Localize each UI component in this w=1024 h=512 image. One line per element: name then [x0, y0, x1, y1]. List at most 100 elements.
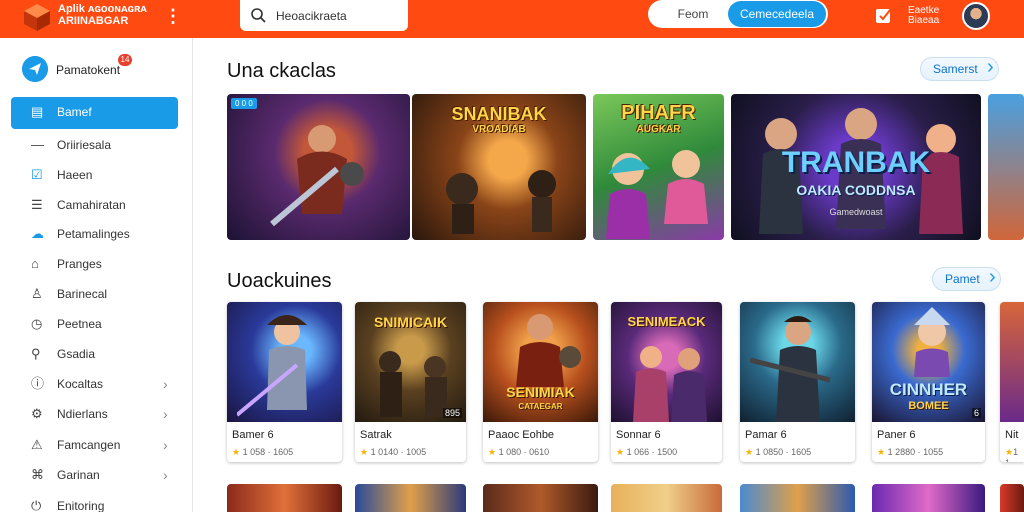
game-meta: ★1 1: [1005, 447, 1024, 462]
sidebar-item-13[interactable]: ⌘ Garinan ›: [11, 460, 178, 490]
game-title: Bamer 6: [232, 429, 274, 441]
game-card-7[interactable]: Nit ★1 1: [1000, 302, 1024, 462]
banner-4[interactable]: TRANBAK OAKIA CODDNSA Gamedwoast: [731, 94, 981, 240]
see-more-button-featured[interactable]: Samerst: [920, 56, 999, 81]
banner-5[interactable]: [988, 94, 1024, 240]
sidebar-item-11[interactable]: ⚙ Ndierlans ›: [11, 399, 178, 429]
characters-icon: [633, 346, 707, 422]
game-thumbnail: [1000, 302, 1024, 422]
game-card-5[interactable]: Pamar 6 ★ 1 0850 · 1605: [740, 302, 855, 462]
game-thumbnail: [227, 302, 342, 422]
search-box[interactable]: Heoacikraeta: [240, 0, 408, 31]
banner-2[interactable]: SNANIBAK VROADIAB: [412, 94, 586, 240]
sidebar-header[interactable]: Pamatokent 14: [22, 54, 182, 84]
cube-logo-icon[interactable]: [22, 2, 52, 32]
game-card-1[interactable]: Bamer 6 ★ 1 058 · 1605: [227, 302, 342, 462]
soldier-icon: [750, 316, 831, 422]
star-icon: ★: [1005, 447, 1014, 457]
game-title: Satrak: [360, 429, 392, 441]
game-title: Paaoc Eohbe: [488, 429, 555, 441]
view-toggle: Feom Cemecedeela: [648, 0, 828, 28]
sidebar-item-label: Petamalinges: [57, 227, 130, 241]
game-stats: 1 0140 · 1005: [370, 447, 427, 457]
logo-line-1: Aplik ᴀɢᴏᴏɴᴀɢʀᴀ: [58, 3, 147, 15]
sidebar-item-label: Pranges: [57, 257, 102, 271]
logo-line-2: ARIINABGAR: [58, 15, 129, 27]
characters-icon: [606, 150, 708, 239]
power-icon: ⏻: [31, 498, 42, 512]
sidebar-item-14[interactable]: ⏻ Enitoring: [11, 491, 178, 512]
game-meta: ★ 1 080 · 0610: [488, 447, 549, 458]
game-card-row3-1[interactable]: [227, 484, 342, 512]
line-icon: —: [31, 137, 44, 152]
sidebar-item-2[interactable]: — Oriiriesala: [11, 130, 178, 160]
more-menu-icon[interactable]: ⋮: [164, 7, 182, 25]
banner-3[interactable]: PIHAFR AUGKAR: [593, 94, 724, 240]
game-card-row3-6[interactable]: [872, 484, 985, 512]
thumbnail-title: SENIMEACK: [627, 314, 706, 329]
info-icon: ⓘ: [31, 376, 45, 391]
notification-icon[interactable]: [874, 6, 894, 26]
sidebar-item-1[interactable]: ▤ Bamef: [11, 97, 178, 129]
game-meta: ★ 1 0140 · 1005: [360, 447, 426, 458]
chevron-right-icon: ›: [163, 376, 168, 392]
section-title-games: Uoackuines: [227, 270, 332, 292]
user-info-text[interactable]: Eaetke Biaeaa: [908, 6, 939, 26]
game-title: Sonnar 6: [616, 429, 661, 441]
game-title: Paner 6: [877, 429, 916, 441]
game-card-6[interactable]: CINNHER BOMEE 6 Paner 6 ★ 1 2880 · 1055: [872, 302, 985, 462]
star-icon: ★: [232, 447, 243, 457]
avatar[interactable]: [962, 2, 990, 30]
thumbnail-tag: 895: [442, 408, 462, 418]
hero-figure-icon: [270, 125, 364, 227]
game-thumbnail: CINNHER BOMEE 6: [872, 302, 985, 422]
game-title: Pamar 6: [745, 429, 787, 441]
top-bar: Aplik ᴀɢᴏᴏɴᴀɢʀᴀ ARIINABGAR ⋮ Heoacikraet…: [0, 0, 1024, 38]
thumbnail-title: CINNHER: [889, 380, 968, 399]
game-thumbnail: SENIMEACK: [611, 302, 722, 422]
search-input[interactable]: Heoacikraeta: [276, 9, 347, 23]
sidebar-item-10[interactable]: ⓘ Kocaltas ›: [11, 369, 178, 399]
game-meta: ★ 1 058 · 1605: [232, 447, 293, 458]
document-icon: ▤: [31, 104, 44, 119]
sidebar-item-9[interactable]: ⚲ Gsadia: [11, 339, 178, 369]
game-card-row3-3[interactable]: [483, 484, 598, 512]
game-card-row3-5[interactable]: [740, 484, 855, 512]
cloud-icon: ☁: [31, 226, 44, 241]
thumbnail-subtitle: BOMEE: [908, 400, 949, 412]
banner-4-caption: Gamedwoast: [829, 207, 883, 217]
sidebar-item-3[interactable]: ☑ Haeen: [11, 160, 178, 190]
game-card-2[interactable]: SNIMICAIK 895 Satrak ★ 1 0140 · 1005: [355, 302, 466, 462]
game-meta: ★ 1 2880 · 1055: [877, 447, 943, 458]
checkbox-icon: ☑: [31, 167, 43, 182]
banner-1[interactable]: 0 0 0: [227, 94, 410, 240]
game-card-row3-2[interactable]: [355, 484, 466, 512]
character-icon: [914, 307, 950, 377]
section-title-featured: Una ckaclas: [227, 60, 336, 82]
sidebar-item-7[interactable]: ♙ Barinecal: [11, 279, 178, 309]
toggle-option-right[interactable]: Cemecedeela: [728, 1, 826, 27]
chevron-right-icon: ›: [163, 467, 168, 483]
star-icon: ★: [616, 447, 627, 457]
banner-2-subtitle: VROADIAB: [472, 124, 526, 135]
game-thumbnail: SNIMICAIK 895: [355, 302, 466, 422]
game-card-row3-4[interactable]: [611, 484, 722, 512]
see-more-button-games[interactable]: Pamet: [932, 266, 1001, 291]
toggle-option-left[interactable]: Feom: [658, 7, 728, 21]
chevron-right-icon: ›: [163, 406, 168, 422]
game-card-4[interactable]: SENIMEACK Sonnar 6 ★ 1 066 · 1500: [611, 302, 722, 462]
sidebar-item-label: Garinan: [57, 468, 100, 482]
sidebar-item-label: Enitoring: [57, 499, 105, 512]
tag-icon: ⌂: [31, 256, 39, 271]
game-card-row3-7[interactable]: [1000, 484, 1024, 512]
star-icon: ★: [877, 447, 888, 457]
sidebar-item-5[interactable]: ☁ Petamalinges: [11, 219, 178, 249]
banner-4-title: TRANBAK: [781, 146, 931, 179]
sidebar-item-8[interactable]: ◷ Peetnea: [11, 309, 178, 339]
user-line-2: Biaeaa: [908, 15, 940, 26]
sidebar-item-4[interactable]: ☰ Camahiratan: [11, 190, 178, 220]
list-icon: ☰: [31, 197, 43, 212]
sidebar-item-6[interactable]: ⌂ Pranges: [11, 249, 178, 279]
game-card-3[interactable]: SENIMIAK CATAEGAR Paaoc Eohbe ★ 1 080 · …: [483, 302, 598, 462]
sidebar-item-12[interactable]: ⚠ Famcangen ›: [11, 430, 178, 460]
